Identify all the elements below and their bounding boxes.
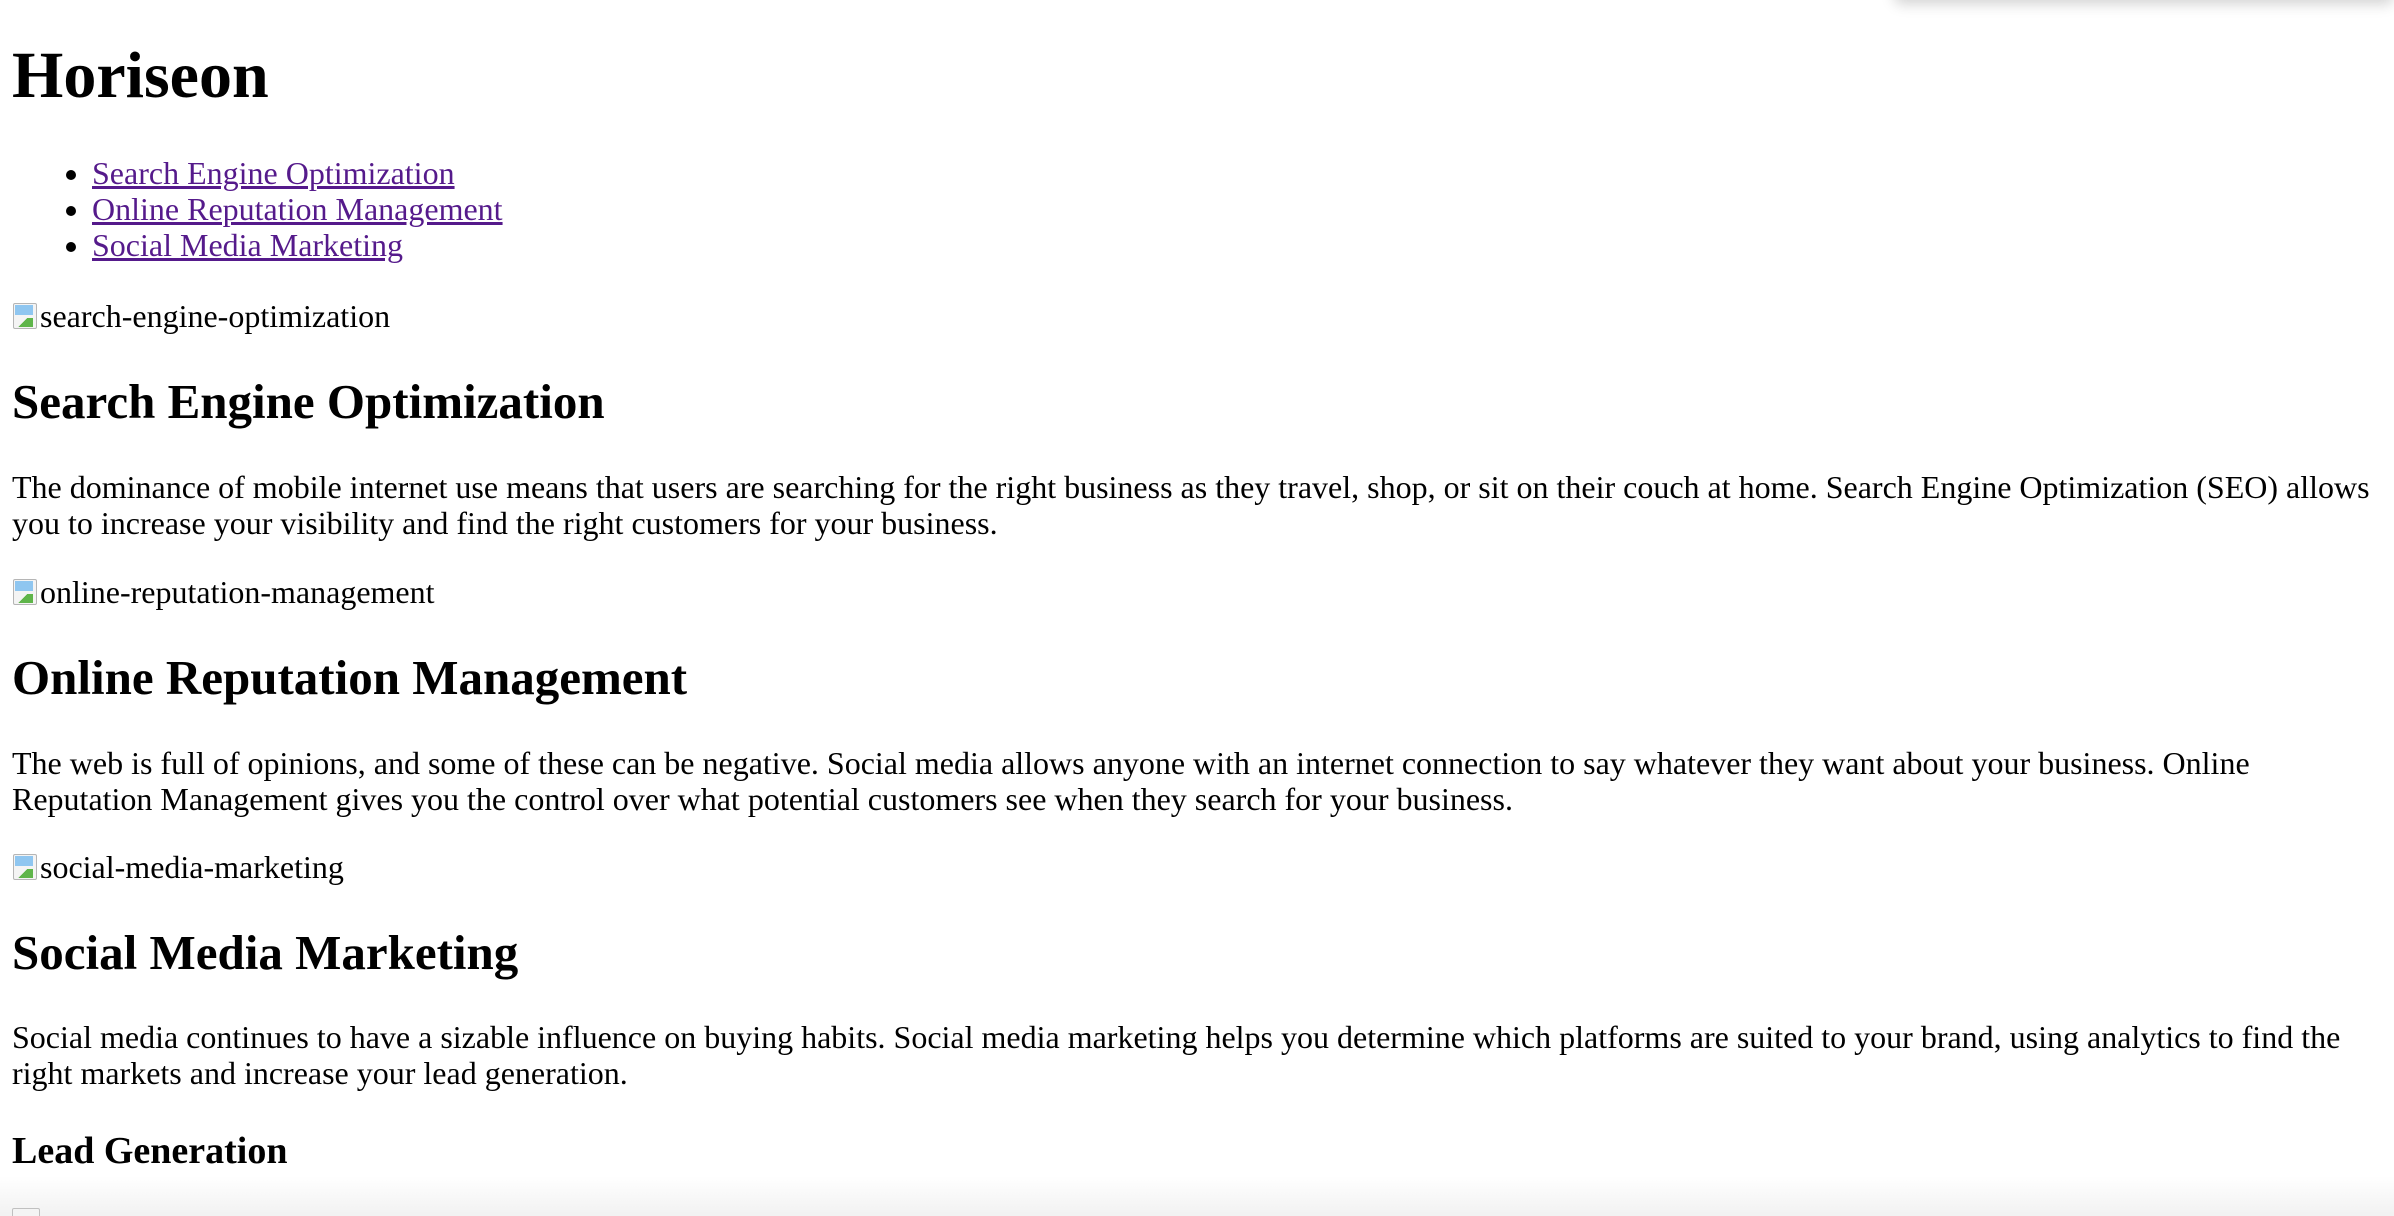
- smm-title: Social Media Marketing: [12, 925, 519, 980]
- orm-text: The web is full of opinions, and some of…: [12, 745, 2382, 817]
- nav-list: Search Engine Optimization Online Reputa…: [12, 155, 503, 263]
- smm-text-line2: right markets and increase your lead gen…: [12, 1055, 628, 1091]
- site-title: Horiseon: [12, 39, 269, 112]
- nav-item-smm: Social Media Marketing: [92, 227, 503, 263]
- broken-image-icon: [12, 852, 38, 882]
- smm-image: social-media-marketing: [12, 849, 344, 885]
- lead-generation-title: Lead Generation: [12, 1130, 288, 1172]
- orm-title: Online Reputation Management: [12, 650, 688, 705]
- orm-text-line2: Reputation Management gives you the cont…: [12, 781, 1513, 817]
- broken-image-icon: [12, 577, 38, 607]
- seo-text-line2: you to increase your visibility and find…: [12, 505, 998, 541]
- seo-text-line1: The dominance of mobile internet use mea…: [12, 469, 2370, 505]
- nav-link-orm[interactable]: Online Reputation Management: [92, 191, 503, 227]
- broken-image-icon: [12, 301, 38, 331]
- nav-item-orm: Online Reputation Management: [92, 191, 503, 227]
- seo-image-alt: search-engine-optimization: [40, 298, 391, 334]
- orm-image-alt: online-reputation-management: [40, 574, 435, 610]
- lead-generation-image: [12, 1208, 40, 1216]
- nav-link-smm[interactable]: Social Media Marketing: [92, 227, 403, 263]
- seo-image: search-engine-optimization: [12, 298, 390, 334]
- orm-image: online-reputation-management: [12, 574, 435, 610]
- orm-text-line1: The web is full of opinions, and some of…: [12, 745, 2250, 781]
- seo-text: The dominance of mobile internet use mea…: [12, 469, 2382, 541]
- bottom-fade: [0, 1176, 2394, 1216]
- seo-title: Search Engine Optimization: [12, 374, 605, 429]
- smm-text-line1: Social media continues to have a sizable…: [12, 1019, 2341, 1055]
- nav-item-seo: Search Engine Optimization: [92, 155, 503, 191]
- smm-image-alt: social-media-marketing: [40, 849, 344, 885]
- smm-text: Social media continues to have a sizable…: [12, 1019, 2382, 1091]
- nav-link-seo[interactable]: Search Engine Optimization: [92, 155, 455, 191]
